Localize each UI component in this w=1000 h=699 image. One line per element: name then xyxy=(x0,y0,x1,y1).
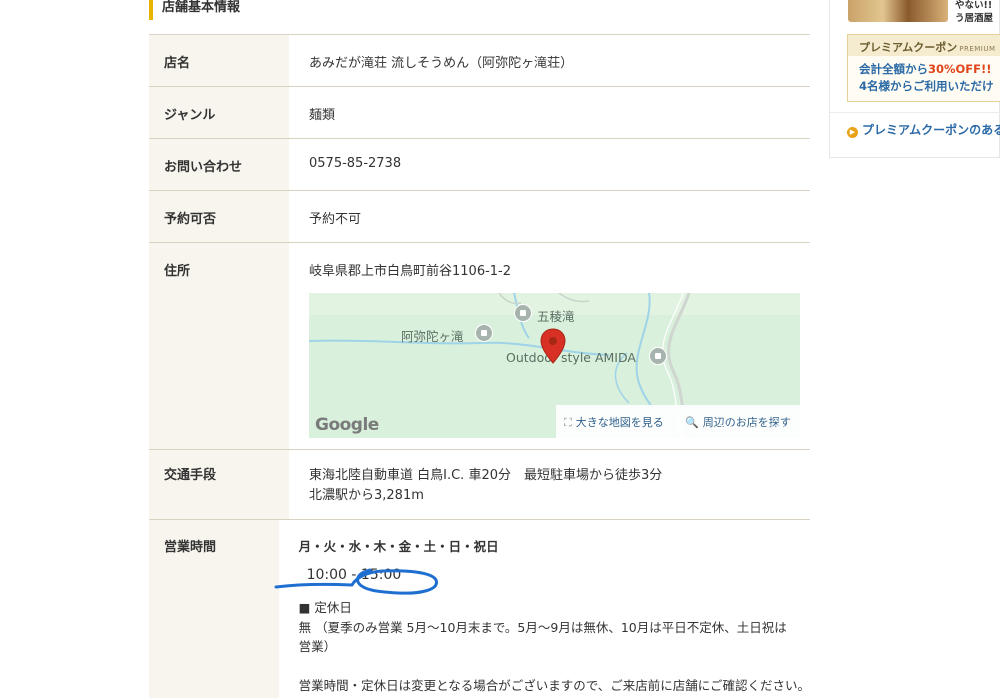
row-label: 営業時間 xyxy=(149,520,279,698)
table-row-access: 交通手段 東海北陸自動車道 白鳥I.C. 車20分 最短駐車場から徒歩3分 北濃… xyxy=(149,450,810,520)
access-line1: 東海北陸自動車道 白鳥I.C. 車20分 最短駐車場から徒歩3分 xyxy=(309,468,663,483)
row-label: 住所 xyxy=(149,243,289,449)
section-title: 店舗基本情報 xyxy=(162,0,241,15)
map-label-outdoor: Outdoor style AMIDA xyxy=(506,350,636,365)
premium-coupon-link[interactable]: ▶ プレミアムクーポンのある xyxy=(847,121,1000,138)
phone-number: 0575-85-2738 xyxy=(309,156,402,171)
embedded-map[interactable]: 五稜滝 阿弥陀ヶ滝 Outdoor style AMIDA Google ⛶ 大き… xyxy=(309,293,800,438)
reservation-status: 予約不可 xyxy=(309,212,362,227)
table-row-phone: お問い合わせ 0575-85-2738 xyxy=(149,139,810,191)
map-data-credit: Map data ©2025 xyxy=(720,424,797,434)
poi-icon[interactable] xyxy=(475,324,493,342)
access-line2: 北濃駅から3,281m xyxy=(309,488,424,503)
row-label: 店名 xyxy=(149,35,289,86)
row-label: 予約可否 xyxy=(149,191,289,242)
arrow-right-icon: ▶ xyxy=(847,127,858,138)
sidebar-ad-panel: やない!! う居酒屋 プレミアムクーポン PREMIUM 会計全額から30%OFF… xyxy=(829,0,1000,158)
address-text: 岐阜県郡上市白鳥町前谷1106-1-2 xyxy=(309,264,512,279)
table-row-reservation: 予約可否 予約不可 xyxy=(149,191,810,243)
coupon-header: プレミアムクーポン PREMIUM xyxy=(848,35,1000,56)
ad-text-2: う居酒屋 xyxy=(955,13,994,24)
poi-icon[interactable] xyxy=(649,347,667,365)
poi-icon[interactable] xyxy=(514,304,532,322)
table-row-name: 店名 あみだが滝荘 流しそうめん（阿弥陀ヶ滝荘） xyxy=(149,35,810,87)
table-row-genre: ジャンル 麺類 xyxy=(149,87,810,139)
store-info-table: 店名 あみだが滝荘 流しそうめん（阿弥陀ヶ滝荘） ジャンル 麺類 お問い合わせ … xyxy=(149,34,810,698)
large-map-link[interactable]: ⛶ 大きな地図を見る xyxy=(564,414,664,430)
handwritten-circle-annotation xyxy=(274,568,438,595)
row-label: お問い合わせ xyxy=(149,139,289,190)
business-days: 月・火・水・木・金・土・日・祝日 xyxy=(298,539,499,554)
holiday-text: 無 （夏季のみ営業 5月〜10月末まで。5月〜9月は無休、10月は平日不定休、土… xyxy=(298,620,787,654)
divider xyxy=(830,112,1000,113)
row-label: 交通手段 xyxy=(149,450,289,519)
row-label: ジャンル xyxy=(149,87,289,138)
search-icon: 🔍 xyxy=(685,416,699,429)
section-heading: 店舗基本情報 xyxy=(149,0,240,20)
store-name: あみだが滝荘 流しそうめん（阿弥陀ヶ滝荘） xyxy=(309,56,574,71)
ad-banner[interactable]: やない!! う居酒屋 xyxy=(848,0,1000,26)
table-row-hours: 営業時間 月・火・水・木・金・土・日・祝日 10:00 - 15:00 ■ 定休… xyxy=(149,520,810,698)
map-pin-icon[interactable] xyxy=(540,328,566,364)
google-logo: Google xyxy=(315,415,379,435)
map-label-falls1: 五稜滝 xyxy=(537,309,575,324)
coupon-offer: 会計全額から30%OFF!! xyxy=(859,62,992,76)
coupon-condition: 4名様からご利用いただけ xyxy=(859,79,994,93)
hours-note: 営業時間・定休日は変更となる場合がございますので、ご来店前に店舗にご確認ください… xyxy=(298,678,810,693)
store-genre: 麺類 xyxy=(309,108,336,123)
table-row-address: 住所 岐阜県郡上市白鳥町前谷1106-1-2 五稜滝 阿弥陀ヶ滝 Outdoor… xyxy=(149,243,810,450)
map-label-falls2: 阿弥陀ヶ滝 xyxy=(401,329,464,344)
food-image xyxy=(848,0,948,22)
premium-coupon-box[interactable]: プレミアムクーポン PREMIUM 会計全額から30%OFF!! 4名様からご利用… xyxy=(847,34,1000,102)
expand-icon: ⛶ xyxy=(564,416,572,429)
